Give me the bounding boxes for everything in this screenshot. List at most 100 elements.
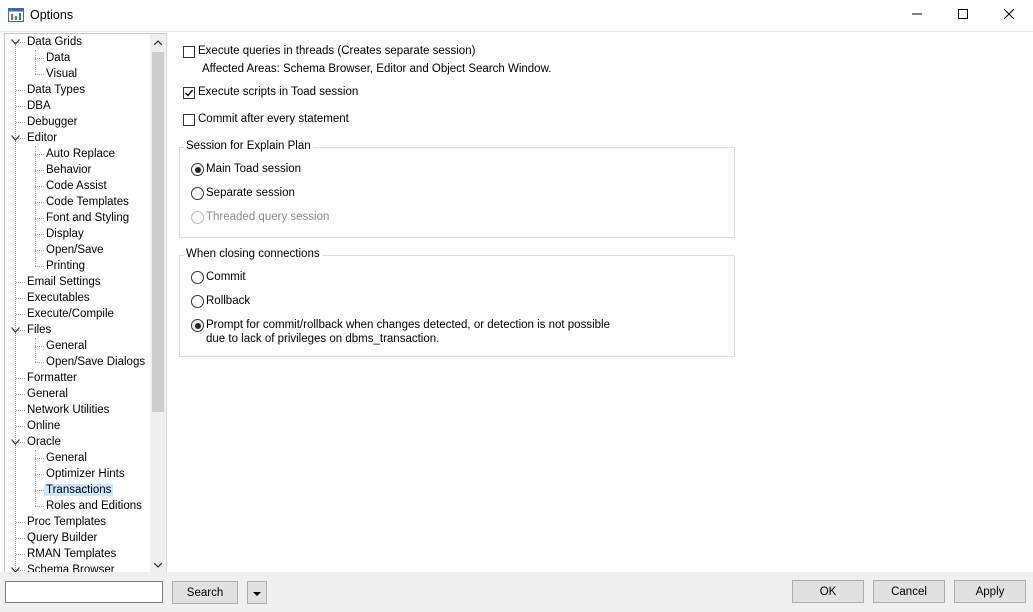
tree-item-proc-templates[interactable]: Proc Templates [25, 514, 108, 530]
tree-item-roles-and-editions-child[interactable]: Roles and Editions [44, 498, 144, 514]
prompt-commit-rollback-radio[interactable] [191, 319, 204, 332]
tree-item-code-assist-child[interactable]: Code Assist [44, 178, 109, 194]
main-toad-session-label: Main Toad session [206, 163, 302, 175]
title-bar: Options [0, 0, 1033, 32]
rollback-radio[interactable] [191, 295, 204, 308]
main-toad-session-radio[interactable] [191, 163, 204, 176]
tree-item-label: Roles and Editions [46, 500, 142, 512]
bottom-bar: Search OK Cancel Apply [0, 572, 1033, 612]
search-options-dropdown-button[interactable] [247, 581, 267, 604]
tree-item-display-child[interactable]: Display [44, 226, 86, 242]
tree-item-label: Proc Templates [27, 516, 107, 528]
tree-item-network-utilities[interactable]: Network Utilities [25, 402, 111, 418]
threads-affected-areas-note: Affected Areas: Schema Browser, Editor a… [202, 63, 552, 75]
search-input[interactable] [5, 581, 163, 603]
tree-item-executables[interactable]: Executables [25, 290, 92, 306]
tree-item-label: DBA [27, 100, 51, 112]
threads-checkbox[interactable] [183, 46, 195, 58]
tree-item-general-child[interactable]: General [44, 450, 89, 466]
tree-item-label: Open/Save Dialogs [46, 356, 146, 368]
tree-item-label: Visual [46, 68, 78, 80]
tree-item-query-builder[interactable]: Query Builder [25, 530, 99, 546]
tree-item-general[interactable]: General [25, 386, 70, 402]
scroll-thumb[interactable] [152, 52, 164, 412]
tree-item-dba[interactable]: DBA [25, 98, 53, 114]
tree-item-general-child[interactable]: General [44, 338, 89, 354]
tree-item-execute-compile[interactable]: Execute/Compile [25, 306, 116, 322]
tree-expand-chevron-icon[interactable] [10, 434, 20, 450]
close-button[interactable] [986, 0, 1032, 31]
maximize-button[interactable] [940, 0, 986, 31]
options-app-icon [8, 7, 24, 23]
close-icon [1003, 8, 1015, 22]
commit-every-statement-label: Commit after every statement [198, 113, 349, 125]
closing-connections-group-title: When closing connections [184, 248, 322, 260]
chevron-up-icon [153, 36, 163, 48]
tree-item-email-settings[interactable]: Email Settings [25, 274, 103, 290]
tree-item-label: Oracle [27, 436, 61, 448]
tree-item-label: Email Settings [27, 276, 101, 288]
tree-item-label: Files [27, 324, 52, 336]
explain-plan-group-title: Session for Explain Plan [184, 140, 313, 152]
separate-session-radio[interactable] [191, 187, 204, 200]
tree-item-files[interactable]: Files [25, 322, 53, 338]
tree-expand-chevron-icon[interactable] [10, 34, 20, 50]
tree-item-optimizer-hints-child[interactable]: Optimizer Hints [44, 466, 127, 482]
tree-item-code-templates-child[interactable]: Code Templates [44, 194, 131, 210]
commit-every-statement-checkbox[interactable] [183, 114, 195, 126]
tree-item-label: Query Builder [27, 532, 98, 544]
tree-item-label: RMAN Templates [27, 548, 117, 560]
tree-item-label: Online [27, 420, 61, 432]
tree-item-transactions-child[interactable]: Transactions [44, 482, 114, 498]
tree-item-rman-templates[interactable]: RMAN Templates [25, 546, 118, 562]
ok-button[interactable]: OK [792, 580, 864, 603]
tree-item-data-types[interactable]: Data Types [25, 82, 87, 98]
tree-expand-chevron-icon[interactable] [10, 322, 20, 338]
search-button[interactable]: Search [172, 581, 238, 604]
dropdown-arrow-icon [253, 587, 261, 599]
tree-item-debugger[interactable]: Debugger [25, 114, 80, 130]
options-tree: Data Grids Data Visual Data Types DBA Debugge… [4, 33, 167, 574]
tree-item-visual-child[interactable]: Visual [44, 66, 79, 82]
commit-radio[interactable] [191, 271, 204, 284]
tree-item-printing-child[interactable]: Printing [44, 258, 87, 274]
tree-item-label: Network Utilities [27, 404, 110, 416]
separate-session-label: Separate session [206, 187, 295, 199]
tree-item-data-child[interactable]: Data [44, 50, 72, 66]
tree-item-auto-replace-child[interactable]: Auto Replace [44, 146, 117, 162]
maximize-icon [958, 9, 968, 22]
tree-item-behavior-child[interactable]: Behavior [44, 162, 93, 178]
tree-item-label: Display [46, 228, 84, 240]
tree-item-label: Open/Save [46, 244, 104, 256]
transactions-options-panel: Execute queries in threads (Creates sepa… [166, 33, 1033, 572]
tree-scrollbar[interactable] [150, 34, 166, 573]
prompt-commit-rollback-label: Prompt for commit/rollback when changes … [206, 319, 610, 331]
commit-radio-label: Commit [206, 271, 246, 283]
scroll-down-button[interactable] [150, 557, 166, 573]
tree-item-open-save-child[interactable]: Open/Save [44, 242, 106, 258]
tree-item-data-grids[interactable]: Data Grids [25, 34, 84, 50]
tree-item-font-and-styling-child[interactable]: Font and Styling [44, 210, 131, 226]
rollback-radio-label: Rollback [206, 295, 251, 307]
chevron-down-icon [153, 559, 163, 571]
tree-item-open-save-dialogs-child[interactable]: Open/Save Dialogs [44, 354, 147, 370]
tree-item-label: Data [46, 52, 71, 64]
tree-item-online[interactable]: Online [25, 418, 62, 434]
tree-expand-chevron-icon[interactable] [10, 130, 20, 146]
cancel-button[interactable]: Cancel [873, 580, 945, 603]
threaded-query-session-label: Threaded query session [206, 211, 330, 223]
tree-item-label: Execute/Compile [27, 308, 114, 320]
scroll-up-button[interactable] [150, 34, 166, 50]
tree-item-label: Transactions [44, 484, 114, 496]
tree-item-label: Executables [27, 292, 90, 304]
tree-item-label: Code Templates [46, 196, 129, 208]
scripts-checkbox[interactable] [183, 87, 195, 99]
window-title: Options [30, 8, 74, 22]
tree-list: Data Grids Data Visual Data Types DBA Debugge… [5, 34, 150, 573]
tree-item-editor[interactable]: Editor [25, 130, 59, 146]
tree-item-formatter[interactable]: Formatter [25, 370, 79, 386]
tree-item-oracle[interactable]: Oracle [25, 434, 63, 450]
tree-item-label: Behavior [46, 164, 92, 176]
minimize-button[interactable] [894, 0, 940, 31]
apply-button[interactable]: Apply [954, 580, 1026, 603]
